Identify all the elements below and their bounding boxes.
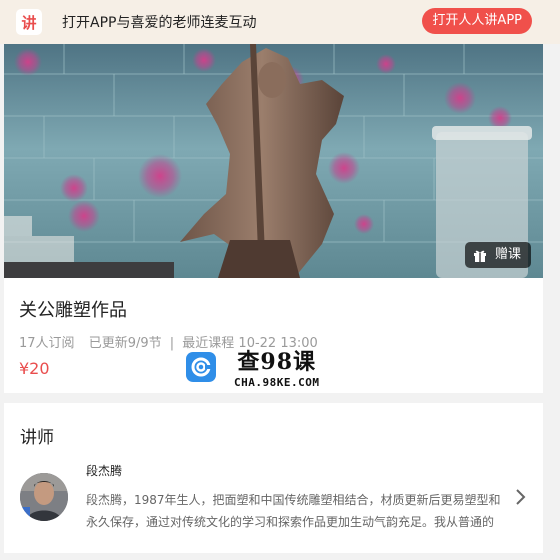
watermark-title: 查98课: [237, 349, 317, 375]
gift-label: 赠课: [494, 247, 521, 262]
course-cover-image: 赠课: [4, 44, 543, 278]
chevron-right-icon[interactable]: [514, 487, 528, 507]
cover-illustration: [4, 44, 543, 278]
update-status: 已更新9/9节: [88, 336, 162, 351]
app-logo: 讲: [16, 9, 42, 35]
watermark-subtitle: CHA.98KE.COM: [234, 376, 320, 389]
watermark-logo-icon: [186, 351, 216, 382]
course-title: 关公雕塑作品: [19, 300, 127, 321]
subscriber-count: 17人订阅: [19, 336, 75, 351]
gift-course-button[interactable]: 赠课: [464, 242, 531, 268]
teacher-name: 段杰腾: [86, 464, 123, 478]
open-app-button[interactable]: 打开人人讲APP: [422, 8, 532, 34]
site-watermark: 查98课 CHA.98KE.COM: [186, 344, 319, 389]
course-price: ¥20: [19, 359, 50, 378]
teacher-card[interactable]: 讲师 段杰腾 段杰腾，1987年生人，把面塑和中国传统雕塑相结合，材质更新后更易…: [4, 403, 543, 553]
promo-text: 打开APP与喜爱的老师连麦互动: [62, 15, 257, 31]
teacher-section-title: 讲师: [20, 428, 54, 448]
teacher-avatar[interactable]: [20, 473, 68, 521]
teacher-bio: 段杰腾，1987年生人，把面塑和中国传统雕塑相结合，材质更新后更易塑型和永久保存…: [86, 493, 501, 529]
meta-separator: |: [169, 336, 175, 351]
app-promo-banner[interactable]: 讲 打开APP与喜爱的老师连麦互动 打开人人讲APP: [0, 0, 560, 44]
gift-icon: [473, 250, 486, 262]
page: 讲 打开APP与喜爱的老师连麦互动 打开人人讲APP 赠课 关公雕塑作品 17人…: [0, 0, 560, 560]
